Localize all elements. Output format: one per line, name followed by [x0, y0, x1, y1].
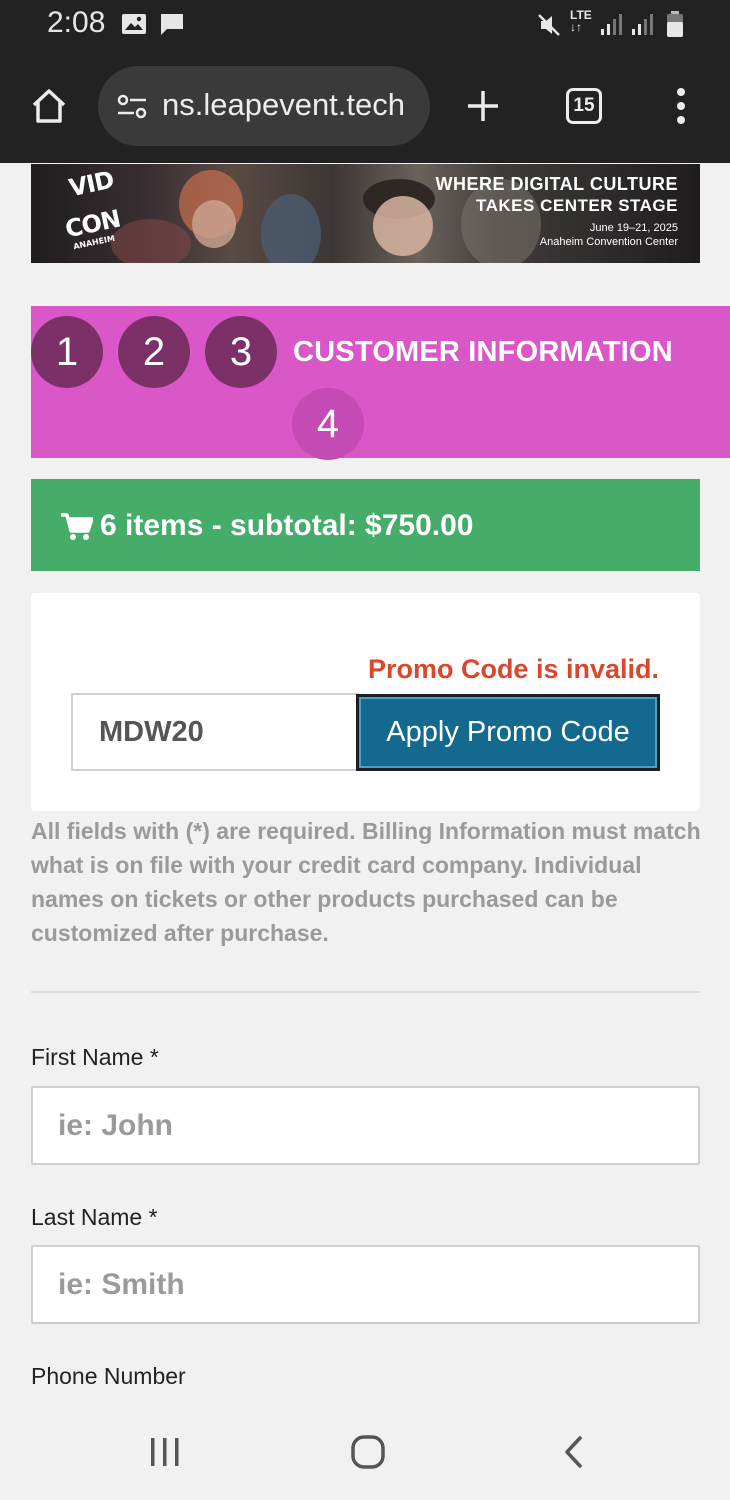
- address-bar[interactable]: ns.leapevent.tech: [98, 66, 430, 146]
- mute-icon: [538, 14, 560, 36]
- image-icon: [122, 14, 146, 34]
- new-tab-icon[interactable]: [465, 88, 501, 124]
- banner-headline-2: TAKES CENTER STAGE: [476, 196, 678, 215]
- battery-icon: [667, 11, 683, 37]
- step-2[interactable]: 2: [118, 316, 190, 388]
- cart-icon: [61, 513, 93, 540]
- required-fields-notice: All fields with (*) are required. Billin…: [31, 818, 701, 946]
- message-icon: [161, 14, 183, 35]
- banner-venue: Anaheim Convention Center: [539, 236, 678, 248]
- browser-toolbar: ns.leapevent.tech 15: [0, 52, 730, 163]
- event-banner: VID CON ANAHEIM WHERE DIGITAL CULTURE TA…: [31, 164, 700, 263]
- site-settings-icon[interactable]: [116, 93, 148, 121]
- promo-card: Promo Code is invalid. MDW20 Apply Promo…: [31, 593, 700, 811]
- status-time: 2:08: [47, 6, 106, 39]
- lte-icon: LTE ↓↑: [570, 8, 592, 34]
- recents-icon[interactable]: [148, 1437, 182, 1467]
- last-name-field[interactable]: [31, 1245, 700, 1324]
- menu-icon[interactable]: [675, 87, 687, 125]
- signal-icon: [632, 14, 653, 35]
- tabs-icon[interactable]: 15: [566, 88, 602, 124]
- apply-promo-button[interactable]: Apply Promo Code: [356, 694, 660, 771]
- banner-dates: June 19–21, 2025: [589, 222, 678, 234]
- step-4: 4: [292, 388, 364, 460]
- apply-promo-label: Apply Promo Code: [359, 697, 657, 768]
- promo-code-input[interactable]: MDW20: [71, 693, 359, 771]
- step-3[interactable]: 3: [205, 316, 277, 388]
- current-step-title: CUSTOMER INFORMATION: [293, 336, 673, 368]
- cart-summary-text: 6 items - subtotal: $750.00: [100, 509, 474, 542]
- promo-error-message: Promo Code is invalid.: [367, 654, 659, 684]
- first-name-input[interactable]: [33, 1088, 698, 1163]
- first-name-label: First Name *: [31, 1044, 159, 1070]
- signal-icon: [601, 14, 622, 35]
- banner-text: WHERE DIGITAL CULTURE TAKES CENTER STAGE…: [436, 174, 679, 248]
- divider: [31, 991, 700, 993]
- system-nav-bar: [0, 1404, 730, 1500]
- banner-headline-1: WHERE DIGITAL CULTURE: [435, 174, 678, 194]
- url-text: ns.leapevent.tech: [162, 87, 406, 122]
- phone-number-label: Phone Number: [31, 1363, 186, 1389]
- vidcon-logo: VID CON ANAHEIM: [62, 165, 123, 252]
- back-icon[interactable]: [562, 1435, 584, 1469]
- checkout-steps: 1 2 3 CUSTOMER INFORMATION 4: [31, 306, 730, 460]
- status-bar: 2:08 LTE ↓↑: [0, 0, 730, 52]
- cart-summary[interactable]: 6 items - subtotal: $750.00: [31, 479, 700, 571]
- last-name-input[interactable]: [33, 1247, 698, 1322]
- first-name-field[interactable]: [31, 1086, 700, 1165]
- last-name-label: Last Name *: [31, 1204, 158, 1230]
- step-1[interactable]: 1: [31, 316, 103, 388]
- home-button-icon[interactable]: [350, 1434, 386, 1470]
- home-icon[interactable]: [30, 87, 68, 125]
